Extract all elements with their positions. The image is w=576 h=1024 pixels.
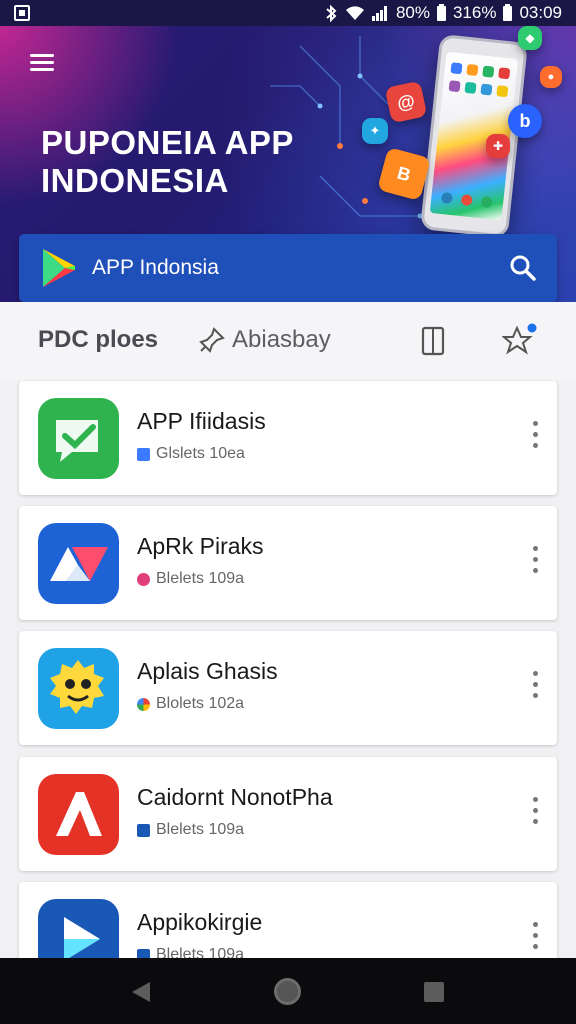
floating-app-icon: ✦ <box>362 118 388 144</box>
green-check-icon <box>38 398 119 479</box>
list-item[interactable]: Caidornt NonotPha Blelets 109a <box>19 757 557 871</box>
battery-percent-left: 80% <box>395 3 430 22</box>
search-bar[interactable]: APP Indonsia <box>19 234 557 302</box>
floating-app-icon: ● <box>540 66 562 88</box>
search-icon[interactable] <box>509 254 537 282</box>
signal-icon <box>371 5 389 21</box>
battery-icon <box>503 3 513 21</box>
app-meta: Glslets 10ea <box>137 445 245 463</box>
list-item[interactable]: APP Ifiidasis Glslets 10ea <box>19 381 557 495</box>
tab-row: PDC ploes Abiasbay <box>0 302 576 380</box>
badge-icon <box>137 697 150 711</box>
app-meta-text: Glslets 10ea <box>156 445 245 462</box>
more-options-icon[interactable] <box>533 546 539 576</box>
app-meta-text: Blelets 109a <box>156 570 245 587</box>
badge-icon <box>137 823 150 837</box>
app-name: ApRk Piraks <box>137 533 264 559</box>
red-a-icon <box>38 774 119 855</box>
bluetooth-icon <box>326 4 337 22</box>
device-icon[interactable] <box>420 325 446 357</box>
floating-app-icon: b <box>508 104 542 138</box>
battery-percent-right: 316% <box>452 3 497 22</box>
list-item[interactable]: ApRk Piraks Blelets 109a <box>19 506 557 620</box>
app-meta: Blelets 109a <box>137 821 244 839</box>
recent-apps-icon[interactable] <box>424 982 444 1002</box>
list-item[interactable]: Aplais Ghasis Blolets 102a <box>19 631 557 745</box>
star-icon[interactable] <box>502 322 538 358</box>
hero-title-line2: INDONESIA <box>41 162 229 199</box>
badge-icon <box>137 572 150 586</box>
tab-secondary-label: Abiasbay <box>232 326 331 353</box>
app-meta: Blelets 109a <box>137 570 244 588</box>
more-options-icon[interactable] <box>533 421 539 451</box>
tab-secondary[interactable]: Abiasbay <box>198 326 331 354</box>
app-meta-text: Blolets 102a <box>156 695 245 712</box>
search-query[interactable]: APP Indonsia <box>92 256 219 280</box>
back-icon[interactable] <box>131 981 151 1003</box>
battery-icon <box>436 3 446 21</box>
hero-title-line1: PUPONEIA APP <box>41 124 294 161</box>
navigation-bar <box>0 958 576 1024</box>
notification-icon <box>14 5 30 21</box>
more-options-icon[interactable] <box>533 671 539 701</box>
home-icon[interactable] <box>274 978 301 1005</box>
av-logo-icon <box>38 523 119 604</box>
floating-app-icon: ✚ <box>486 134 510 158</box>
wifi-icon <box>345 6 364 20</box>
app-name: Caidornt NonotPha <box>137 784 333 810</box>
more-options-icon[interactable] <box>533 922 539 952</box>
floating-app-icon: ◆ <box>518 26 542 50</box>
play-store-logo-icon <box>43 249 75 287</box>
app-name: Appikokirgie <box>137 909 263 935</box>
app-name: APP Ifiidasis <box>137 408 266 434</box>
tab-primary[interactable]: PDC ploes <box>38 326 158 354</box>
more-options-icon[interactable] <box>533 797 539 827</box>
status-bar: 80% 316% 03:09 <box>0 0 576 26</box>
app-meta-text: Blelets 109a <box>156 821 245 838</box>
yellow-face-icon <box>38 648 119 729</box>
hero-title: PUPONEIA APP INDONESIA <box>41 124 341 200</box>
clock: 03:09 <box>519 3 562 22</box>
app-meta: Blolets 102a <box>137 695 244 713</box>
pin-icon <box>199 327 225 353</box>
app-name: Aplais Ghasis <box>137 658 278 684</box>
menu-icon[interactable] <box>30 54 54 72</box>
badge-icon <box>137 447 150 461</box>
